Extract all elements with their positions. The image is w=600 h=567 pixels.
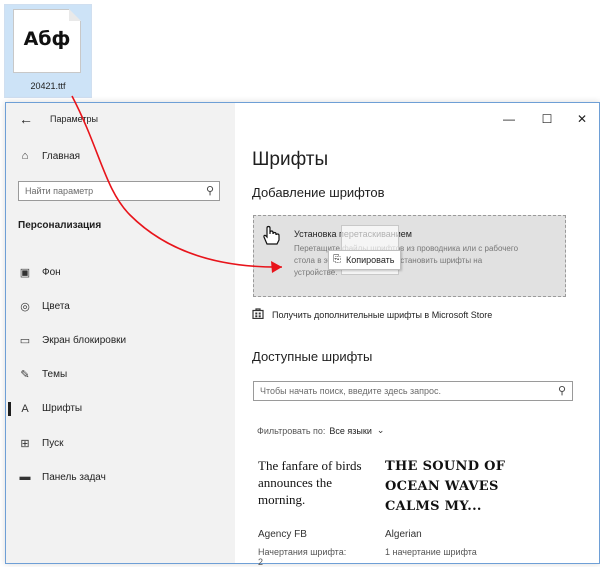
sidebar-item-colors[interactable]: ◎ Цвета [6, 289, 235, 323]
fonts-icon: A [21, 402, 29, 415]
settings-search-box: ⚲ [18, 181, 220, 201]
home-icon: ⌂ [21, 150, 29, 162]
font-sample: The fanfare of birds announces the morni… [258, 458, 362, 507]
main-content: Шрифты Добавление шрифтов Установка пере… [235, 103, 599, 567]
font-sample: THE SOUND OF OCEAN WAVES CALMS MY... [385, 459, 506, 514]
sidebar-item-label: Шрифты [42, 403, 83, 415]
window-title: Параметры [50, 114, 98, 124]
font-styles-count: 1 начертание шрифта [385, 547, 477, 557]
copy-tooltip: ⎘ Копировать [328, 250, 402, 270]
font-search-input[interactable] [254, 382, 562, 400]
font-styles-count: Начертания шрифта: [258, 547, 347, 557]
sidebar-item-start[interactable]: ⊞ Пуск [6, 426, 235, 460]
add-fonts-heading: Добавление шрифтов [252, 185, 385, 200]
font-preview-glyph: Абф [23, 28, 71, 50]
copy-icon: ⎘ [333, 254, 341, 265]
sidebar-item-label: Темы [42, 369, 68, 381]
store-link[interactable]: Получить дополнительные шрифты в Microso… [252, 307, 492, 322]
sidebar-item-home[interactable]: ⌂ Главная [18, 150, 80, 162]
store-bag-icon [252, 307, 264, 322]
search-icon[interactable]: ⚲ [558, 384, 566, 397]
sidebar-item-fonts[interactable]: A Шрифты [6, 392, 235, 426]
palette-icon: ◎ [20, 300, 30, 313]
settings-search-input[interactable] [19, 182, 211, 200]
search-icon[interactable]: ⚲ [206, 184, 214, 197]
sidebar-item-taskbar[interactable]: ▬ Панель задач [6, 460, 235, 494]
sidebar-section-title: Персонализация [18, 220, 102, 231]
font-name: Agency FB [258, 529, 307, 540]
sidebar: ⌂ Главная ⚲ Персонализация ▣ Фон ◎ Цвета… [6, 103, 235, 563]
sidebar-item-lock-screen[interactable]: ▭ Экран блокировки [6, 323, 235, 357]
file-page: Абф [13, 9, 81, 73]
font-card-algerian[interactable]: THE SOUND OF OCEAN WAVES CALMS MY... Alg… [385, 457, 515, 557]
font-drop-zone[interactable]: Установка перетаскиванием Перетащите фай… [253, 215, 566, 297]
sidebar-nav-list: ▣ Фон ◎ Цвета ▭ Экран блокировки ✎ Темы … [6, 255, 235, 494]
font-search-box: ⚲ [253, 381, 573, 401]
font-name: Algerian [385, 529, 422, 540]
font-card-agency-fb[interactable]: The fanfare of birds announces the morni… [258, 457, 370, 557]
background-icon: ▣ [19, 266, 31, 279]
copy-label: Копировать [346, 255, 395, 265]
filter-value: Все языки [329, 425, 372, 436]
sidebar-item-label: Фон [42, 266, 61, 278]
sidebar-item-label: Цвета [42, 300, 70, 312]
sidebar-item-background[interactable]: ▣ Фон [6, 255, 235, 289]
settings-window: ⌂ Главная ⚲ Персонализация ▣ Фон ◎ Цвета… [5, 102, 600, 567]
language-filter[interactable]: Фильтровать по: Все языки ⌄ [257, 425, 384, 436]
page-title: Шрифты [252, 149, 329, 170]
themes-icon: ✎ [20, 369, 30, 382]
store-link-label: Получить дополнительные шрифты в Microso… [272, 309, 493, 320]
sidebar-item-label: Главная [42, 150, 81, 162]
chevron-down-icon: ⌄ [376, 425, 385, 435]
sidebar-item-label: Панель задач [42, 471, 106, 483]
back-arrow-icon[interactable]: ← [16, 110, 36, 128]
taskbar-icon: ▬ [19, 471, 31, 484]
sidebar-item-label: Экран блокировки [42, 334, 127, 346]
hand-cursor-icon [260, 224, 282, 251]
font-styles-count-value: 2 [258, 557, 264, 567]
lock-screen-icon: ▭ [19, 334, 31, 347]
sidebar-item-label: Пуск [42, 437, 64, 449]
filter-label: Фильтровать по: [257, 425, 326, 436]
font-file-icon[interactable]: Абф 20421.ttf [4, 4, 92, 98]
file-name: 20421.ttf [30, 81, 66, 91]
available-fonts-heading: Доступные шрифты [252, 349, 373, 364]
page-fold [69, 9, 81, 21]
sidebar-item-themes[interactable]: ✎ Темы [6, 358, 235, 392]
start-icon: ⊞ [20, 437, 30, 450]
